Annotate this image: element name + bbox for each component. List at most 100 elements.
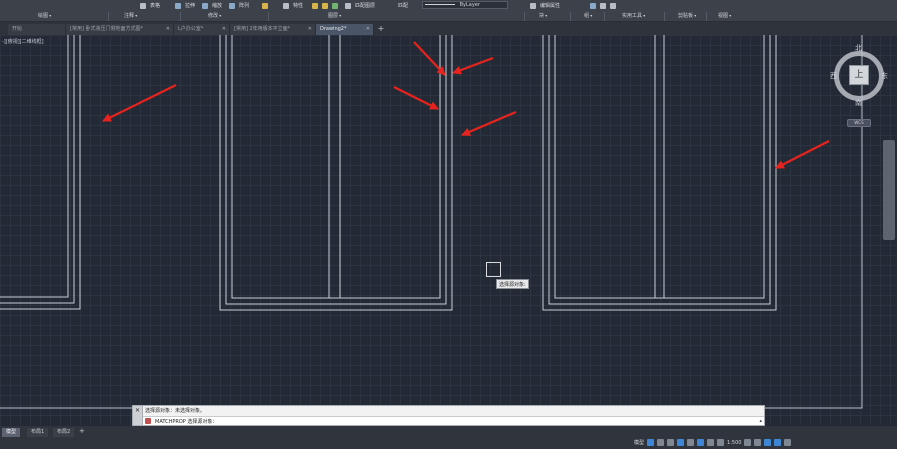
panel-divider xyxy=(108,12,109,21)
panel-draw[interactable]: 绘图 xyxy=(38,12,51,21)
measure-icon xyxy=(590,2,596,9)
command-icon[interactable] xyxy=(145,418,151,424)
compass-east[interactable]: 东 xyxy=(881,71,888,81)
file-tab-drawing2[interactable]: Drawing2* ✕ xyxy=(316,24,374,35)
file-tab-bar: 开始 [常用] 卧式液压门侧地面方式图* ✕ L户办公室* ✕ [常用] 2年用版本… xyxy=(0,22,897,35)
panel-annotate[interactable]: 注释 xyxy=(124,12,137,21)
status-bar: 模型 1:500 xyxy=(634,437,897,448)
panel-block[interactable]: 块 xyxy=(539,12,547,21)
annotation-arrows xyxy=(102,41,830,169)
ribbon-match-layer-button[interactable]: 匹配图层 xyxy=(345,0,375,11)
ribbon-array-button[interactable]: 阵列 xyxy=(229,0,249,11)
file-tab-label: L户办公室* xyxy=(178,26,204,32)
status-model[interactable]: 模型 xyxy=(634,439,644,446)
ribbon-edit-attr-label: 编辑属性 xyxy=(540,3,561,9)
layer-lock-icon xyxy=(332,2,338,9)
ribbon-util-tools[interactable] xyxy=(590,0,616,11)
ribbon-match-layer-label: 匹配图层 xyxy=(355,3,376,9)
panel-modify[interactable]: 修改 xyxy=(208,12,221,21)
command-history: 选择源对象：未选择对象。 xyxy=(145,408,206,414)
panel-clipboard[interactable]: 剪贴板 xyxy=(678,12,696,21)
match-layer-icon xyxy=(345,2,351,9)
panel-divider xyxy=(706,12,707,21)
close-icon[interactable]: ✕ xyxy=(308,24,312,35)
wcs-menu-button[interactable]: WCS xyxy=(847,119,871,127)
fullscreen-icon[interactable] xyxy=(774,439,782,446)
panel-divider xyxy=(664,12,665,21)
close-icon[interactable]: ✕ xyxy=(166,24,170,35)
edit-attribute-icon xyxy=(530,2,536,9)
ribbon-layer-tools[interactable] xyxy=(312,0,338,11)
ribbon: 表格 拉伸 缩放 阵列 特性 匹配图层 匹配 ByLayer 编辑属性 绘图 ▾… xyxy=(0,0,897,22)
file-tab-start[interactable]: 开始 xyxy=(8,24,66,35)
osnap-icon[interactable] xyxy=(687,439,695,446)
polar-icon[interactable] xyxy=(677,439,685,446)
ribbon-edit-attr-button[interactable]: 编辑属性 xyxy=(530,0,560,11)
compass-south[interactable]: 南 xyxy=(855,98,862,108)
close-icon[interactable]: ✕ xyxy=(222,24,226,35)
ribbon-scale-button[interactable]: 缩放 xyxy=(202,0,222,11)
ortho-icon[interactable] xyxy=(667,439,675,446)
scale-icon xyxy=(202,2,208,9)
view-icon xyxy=(610,2,616,9)
command-line: ✕ 选择源对象：未选择对象。 MATCHPROP 选择源对象： ▴ xyxy=(132,405,765,426)
warning-icon xyxy=(262,2,268,9)
viewcube[interactable]: 上 北 南 东 西 xyxy=(830,43,888,107)
panel-divider xyxy=(604,12,605,21)
linetype-combo[interactable]: ByLayer xyxy=(422,1,508,9)
isolate-icon[interactable] xyxy=(764,439,772,446)
close-icon[interactable]: ✕ xyxy=(366,24,370,35)
panel-divider xyxy=(524,12,525,21)
file-tab-label: Drawing2* xyxy=(320,26,347,32)
panel-view[interactable]: 视图 xyxy=(718,12,731,21)
panel-divider xyxy=(570,12,571,21)
panel-group[interactable]: 组 xyxy=(584,12,592,21)
ribbon-properties-button[interactable]: 特性 xyxy=(283,0,303,11)
file-tab-label: 开始 xyxy=(12,26,23,32)
customize-icon[interactable] xyxy=(784,439,792,446)
layout-tab-2[interactable]: 布局2 xyxy=(53,428,75,437)
lineweight-icon[interactable] xyxy=(707,439,715,446)
array-icon xyxy=(229,2,235,9)
viewcube-top-face[interactable]: 上 xyxy=(849,65,869,85)
ribbon-table-button[interactable]: 表格 xyxy=(140,0,160,11)
layout-tab-model[interactable]: 模型 xyxy=(2,428,21,437)
grid-icon[interactable] xyxy=(647,439,655,446)
ribbon-stretch-label: 拉伸 xyxy=(185,3,196,9)
layer-bulb-icon xyxy=(312,2,318,9)
panel-utilities[interactable]: 实用工具 xyxy=(622,12,645,21)
drawing-viewport[interactable]: -][俯视][二维线框] 上 北 南 东 西 WCS xyxy=(0,35,897,425)
file-tab-1[interactable]: [常用] 卧式液压门侧地面方式图* ✕ xyxy=(66,24,174,35)
annotation-icon[interactable] xyxy=(717,439,725,446)
new-tab-button[interactable]: + xyxy=(376,24,386,35)
status-scale[interactable]: 1:500 xyxy=(727,440,741,446)
compass-north[interactable]: 北 xyxy=(855,43,862,53)
compass-west[interactable]: 西 xyxy=(830,71,837,81)
otrack-icon[interactable] xyxy=(697,439,705,446)
ribbon-array-label: 阵列 xyxy=(239,3,250,9)
match-text: 匹配 xyxy=(398,3,409,9)
navigation-bar-handle[interactable] xyxy=(883,140,895,240)
add-layout-button[interactable]: + xyxy=(79,427,85,435)
layout-tab-1[interactable]: 布局1 xyxy=(27,428,49,437)
gear-icon[interactable] xyxy=(744,439,752,446)
cabinet-middle xyxy=(219,35,453,311)
layer-sun-icon xyxy=(322,2,328,9)
ribbon-warning-button[interactable] xyxy=(262,0,268,11)
command-line-grip[interactable]: ✕ xyxy=(133,406,143,425)
properties-icon xyxy=(283,2,289,9)
command-prompt: MATCHPROP 选择源对象： xyxy=(155,419,218,425)
snap-icon[interactable] xyxy=(657,439,665,446)
table-icon xyxy=(140,2,146,9)
panel-divider xyxy=(180,12,181,21)
file-tab-label: [常用] 卧式液压门侧地面方式图* xyxy=(70,26,143,32)
plus-icon[interactable] xyxy=(754,439,762,446)
chevron-up-icon[interactable]: ▴ xyxy=(759,418,762,424)
command-input[interactable]: MATCHPROP 选择源对象： ▴ xyxy=(143,416,764,425)
close-icon[interactable]: ✕ xyxy=(135,407,140,414)
ribbon-stretch-button[interactable]: 拉伸 xyxy=(175,0,195,11)
ribbon-table-label: 表格 xyxy=(150,3,161,9)
panel-layer[interactable]: 图层 xyxy=(328,12,341,21)
file-tab-2[interactable]: L户办公室* ✕ xyxy=(174,24,230,35)
file-tab-3[interactable]: [常用] 2年用版本平立面* ✕ xyxy=(230,24,316,35)
